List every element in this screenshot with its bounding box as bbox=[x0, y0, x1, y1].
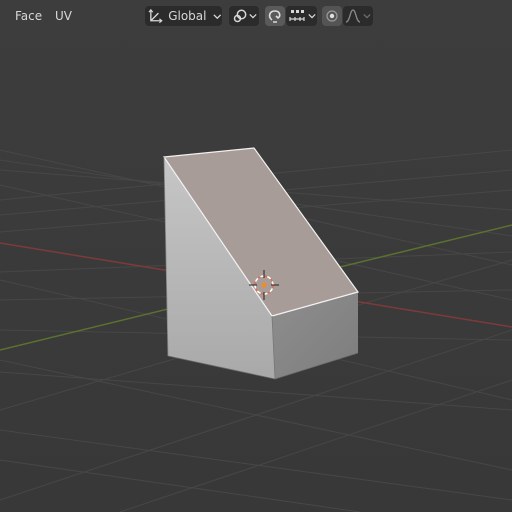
transform-orientation-icon bbox=[148, 8, 163, 24]
menu-uv[interactable]: UV bbox=[55, 8, 72, 24]
menu-face[interactable]: Face bbox=[15, 8, 42, 24]
chevron-down-icon bbox=[308, 13, 316, 19]
falloff-curve-icon bbox=[345, 9, 361, 23]
viewport-header: Face UV Global bbox=[0, 0, 512, 32]
transform-orientation-dropdown[interactable]: Global bbox=[145, 6, 222, 26]
chevron-down-icon bbox=[363, 13, 371, 19]
proportional-editing-toggle[interactable] bbox=[322, 6, 342, 26]
snap-toggle[interactable] bbox=[265, 6, 285, 26]
snap-increment-icon bbox=[289, 10, 305, 21]
chevron-down-icon bbox=[213, 13, 222, 19]
falloff-dropdown[interactable] bbox=[343, 6, 373, 26]
magnet-snap-icon bbox=[268, 10, 281, 23]
3d-viewport[interactable] bbox=[0, 0, 512, 512]
proportional-dot-icon bbox=[326, 10, 338, 22]
link-chain-icon bbox=[233, 9, 247, 23]
snap-target-dropdown[interactable] bbox=[286, 6, 317, 26]
chevron-down-icon bbox=[249, 13, 257, 19]
orientation-value: Global bbox=[168, 9, 207, 23]
pivot-point-dropdown[interactable] bbox=[229, 6, 259, 26]
